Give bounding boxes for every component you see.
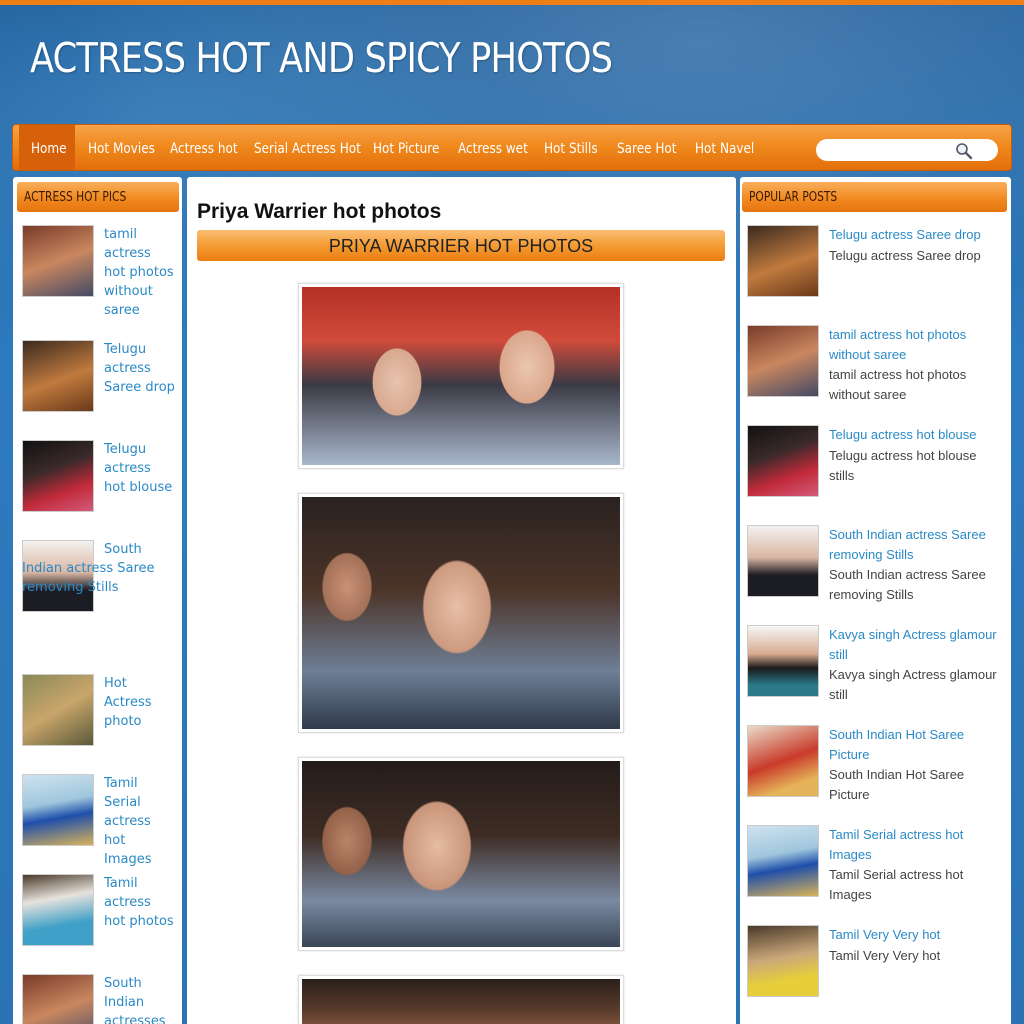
nav-item-saree-hot[interactable]: Saree Hot: [617, 125, 686, 170]
nav-item-actress-hot[interactable]: Actress hot: [170, 125, 249, 170]
popular-title-4[interactable]: South Indian actress Saree removing Stil…: [829, 525, 1004, 564]
nav-item-hot-movies[interactable]: Hot Movies: [88, 125, 166, 170]
right-widget-heading: POPULAR POSTS: [742, 182, 1007, 212]
nav-item-home[interactable]: Home: [19, 125, 75, 170]
popular-desc-6: South Indian Hot Saree Picture: [829, 767, 965, 802]
post-photo-3[interactable]: [298, 757, 624, 951]
search-icon[interactable]: [955, 142, 973, 160]
popular-desc-2: tamil actress hot photos without saree: [829, 367, 967, 402]
popular-desc-5: Kavya singh Actress glamour still: [829, 667, 997, 702]
left-link-3[interactable]: Telugu actress hot blouse: [104, 440, 176, 497]
popular-desc-1: Telugu actress Saree drop: [829, 248, 981, 263]
left-link-4-text[interactable]: South Indian actress Saree removing Stil…: [22, 540, 172, 597]
post-photo-2[interactable]: [298, 493, 624, 733]
left-widget-heading: ACTRESS HOT PICS: [17, 182, 179, 212]
nav-item-hot-stills[interactable]: Hot Stills: [544, 125, 606, 170]
nav-item-serial-actress-hot[interactable]: Serial Actress Hot: [254, 125, 378, 170]
top-accent-bar: [0, 0, 1024, 5]
left-thumb-1[interactable]: [22, 225, 94, 297]
popular-title-3[interactable]: Telugu actress hot blouse: [829, 425, 1004, 445]
main-nav: Home Hot Movies Actress hot Serial Actre…: [12, 124, 1012, 171]
popular-title-2[interactable]: tamil actress hot photos without saree: [829, 325, 1004, 364]
post-banner: PRIYA WARRIER HOT PHOTOS: [197, 230, 725, 261]
left-link-1[interactable]: tamil actress hot photos without saree: [104, 225, 176, 320]
popular-title-8[interactable]: Tamil Very Very hot: [829, 925, 1004, 945]
left-link-2[interactable]: Telugu actress Saree drop: [104, 340, 176, 397]
popular-desc-7: Tamil Serial actress hot Images: [829, 867, 964, 902]
popular-thumb-3[interactable]: [747, 425, 819, 497]
nav-item-hot-navel[interactable]: Hot Navel: [695, 125, 764, 170]
left-thumb-8[interactable]: [22, 974, 94, 1024]
popular-title-5[interactable]: Kavya singh Actress glamour still: [829, 625, 1004, 664]
left-thumb-7[interactable]: [22, 874, 94, 946]
popular-desc-8: Tamil Very Very hot: [829, 948, 941, 963]
left-thumb-5[interactable]: [22, 674, 94, 746]
popular-title-7[interactable]: Tamil Serial actress hot Images: [829, 825, 1004, 864]
post-photo-1[interactable]: [298, 283, 624, 469]
popular-title-1[interactable]: Telugu actress Saree drop: [829, 225, 1004, 245]
left-link-5[interactable]: Hot Actress photo: [104, 674, 176, 731]
popular-desc-3: Telugu actress hot blouse stills: [829, 448, 977, 483]
left-link-6[interactable]: Tamil Serial actress hot Images: [104, 774, 176, 869]
post-photo-4[interactable]: [298, 975, 624, 1024]
popular-thumb-4[interactable]: [747, 525, 819, 597]
nav-item-actress-wet[interactable]: Actress wet: [458, 125, 539, 170]
post-title[interactable]: Priya Warrier hot photos: [197, 200, 441, 224]
popular-thumb-7[interactable]: [747, 825, 819, 897]
left-link-8[interactable]: South Indian actresses: [104, 974, 176, 1024]
left-thumb-2[interactable]: [22, 340, 94, 412]
popular-thumb-2[interactable]: [747, 325, 819, 397]
popular-title-6[interactable]: South Indian Hot Saree Picture: [829, 725, 1004, 764]
popular-thumb-1[interactable]: [747, 225, 819, 297]
left-thumb-6[interactable]: [22, 774, 94, 846]
nav-item-hot-picture[interactable]: Hot Picture: [373, 125, 450, 170]
left-thumb-3[interactable]: [22, 440, 94, 512]
popular-desc-4: South Indian actress Saree removing Stil…: [829, 567, 986, 602]
popular-thumb-8[interactable]: [747, 925, 819, 997]
popular-thumb-6[interactable]: [747, 725, 819, 797]
left-link-7[interactable]: Tamil actress hot photos: [104, 874, 176, 931]
site-title[interactable]: ACTRESS HOT AND SPICY PHOTOS: [30, 34, 613, 82]
popular-thumb-5[interactable]: [747, 625, 819, 697]
